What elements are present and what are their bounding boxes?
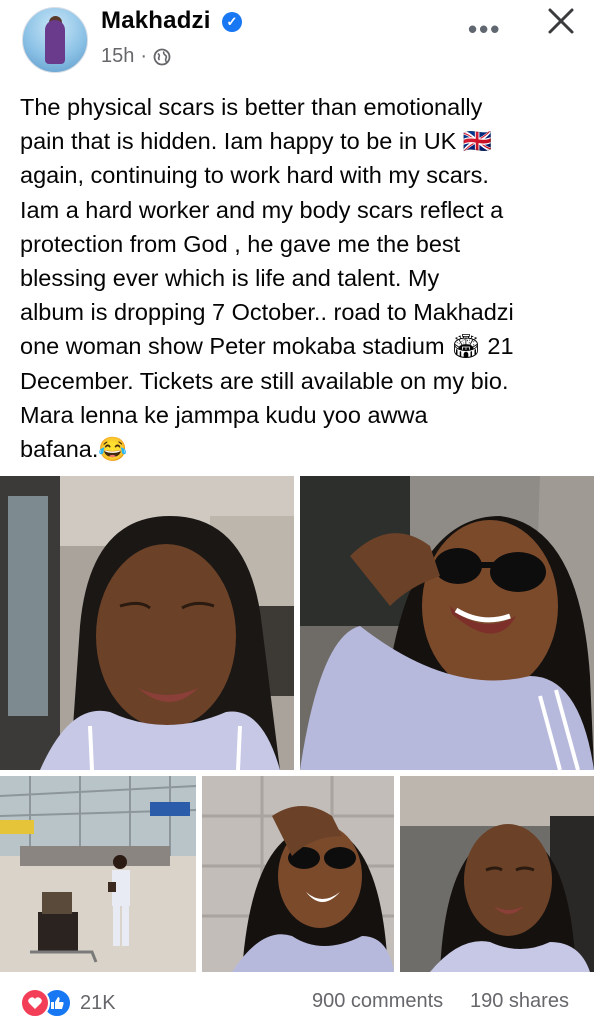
photo-car-selfie-2-image xyxy=(400,776,594,972)
photo-grid xyxy=(0,476,594,972)
post-text-line: Mara lenna ke jammpa kudu yoo awwa xyxy=(20,401,428,428)
more-options-icon[interactable]: ••• xyxy=(468,14,501,45)
post-text-line: protection from God , he gave me the bes… xyxy=(20,230,461,257)
photo-car-selfie[interactable] xyxy=(0,476,294,770)
post-text-line: December. Tickets are still available on… xyxy=(20,367,509,394)
post-text-line: Iam a hard worker and my body scars refl… xyxy=(20,196,504,223)
shares-count[interactable]: 190 shares xyxy=(470,990,569,1013)
photo-wall-selfie-image xyxy=(202,776,394,972)
photo-sunglasses-selfie[interactable] xyxy=(300,476,594,770)
engagement-bar: 21K 900 comments 190 shares xyxy=(0,976,594,1024)
post-text-line: again, continuing to work hard with my s… xyxy=(20,162,489,189)
post-text-line: pain that is hidden. Iam happy to be in … xyxy=(20,128,493,155)
post-meta: 15h · xyxy=(101,45,171,68)
photo-wall-selfie[interactable] xyxy=(202,776,394,972)
meta-separator: · xyxy=(140,45,148,67)
author-avatar[interactable] xyxy=(22,7,88,73)
photo-airport-image xyxy=(0,776,196,972)
post-header: Makhadzi ✓ 15h · ••• xyxy=(0,0,594,82)
post-text-line: The physical scars is better than emotio… xyxy=(20,94,483,120)
post-text-line: album is dropping 7 October.. road to Ma… xyxy=(20,299,514,326)
photo-airport[interactable] xyxy=(0,776,196,972)
photo-sunglasses-selfie-image xyxy=(300,476,594,770)
verified-badge-icon: ✓ xyxy=(222,12,242,32)
post-text-line: bafana.😂 xyxy=(20,436,128,463)
post-time[interactable]: 15h xyxy=(101,45,134,68)
close-icon[interactable] xyxy=(544,4,578,38)
photo-car-selfie-image xyxy=(0,476,294,770)
reactions-summary[interactable]: 21K xyxy=(20,988,116,1018)
comments-count[interactable]: 900 comments xyxy=(312,990,443,1013)
reaction-count: 21K xyxy=(80,991,116,1014)
author-name[interactable]: Makhadzi xyxy=(101,7,211,35)
post-text-line: one woman show Peter mokaba stadium 🏟 21 xyxy=(20,333,514,360)
photo-car-selfie-2[interactable] xyxy=(400,776,594,972)
globe-icon xyxy=(153,48,171,65)
post-text: The physical scars is better than emotio… xyxy=(20,90,580,466)
post-text-line: blessing ever which is life and talent. … xyxy=(20,265,440,292)
love-reaction-icon xyxy=(20,988,50,1018)
avatar-figure xyxy=(45,20,65,64)
